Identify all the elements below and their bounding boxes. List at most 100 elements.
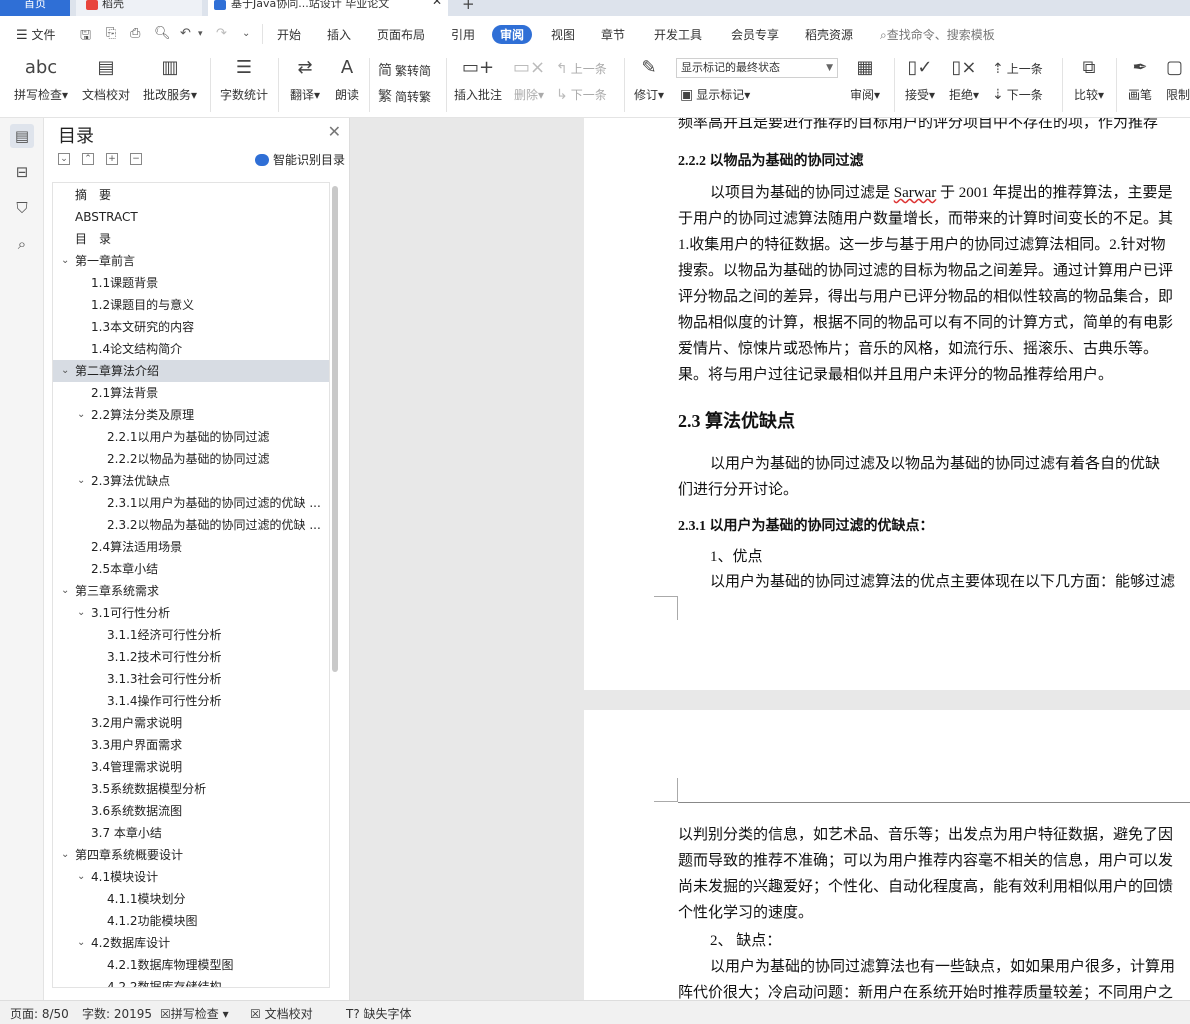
toc-item[interactable]: 1.1课题背景 [53,272,329,294]
trad-to-simp-button[interactable]: 简繁转简 [378,60,431,80]
remove-toc-item-icon[interactable]: − [130,153,142,165]
toc-item[interactable]: ⌄ 第一章前言 [53,250,329,272]
chevron-down-icon[interactable]: ⌄ [61,360,69,382]
toc-item[interactable]: 2.1算法背景 [53,382,329,404]
chevron-down-icon[interactable]: ⌄ [77,866,85,888]
translate-button[interactable]: ⇄ 翻译▾ [286,56,324,103]
expand-all-icon[interactable]: ⌃ [82,153,94,165]
smart-toc-button[interactable]: 智能识别目录 [254,151,345,168]
document-page[interactable]: 以判别分类的信息，如艺术品、音乐等；出发点为用户特征数据，避免了因 题而导致的推… [584,710,1190,1000]
reject-button[interactable]: ▯× 拒绝▾ [946,56,982,103]
toc-item[interactable]: ⌄ 第三章系统需求 [53,580,329,602]
spell-check-status[interactable]: ☒拼写检查 ▾ [160,1005,229,1022]
toc-item[interactable]: 2.2.2以物品为基础的协同过滤 [53,448,329,470]
simp-to-trad-button[interactable]: 繁简转繁 [378,86,431,106]
toc-item[interactable]: ⌄ 3.1可行性分析 [53,602,329,624]
menu-view[interactable]: 视图 [551,26,575,43]
menu-start[interactable]: 开始 [277,26,301,43]
print-preview-icon[interactable]: 🔍︎ [154,26,171,41]
close-icon[interactable]: ✕ [328,122,341,141]
spelling-error-word[interactable]: Sarwar [894,185,936,201]
toc-item[interactable]: 3.3用户界面需求 [53,734,329,756]
toc-item[interactable]: ⌄ 第二章算法介绍 [53,360,329,382]
menu-page-layout[interactable]: 页面布局 [377,26,425,43]
next-change-button[interactable]: ⇣ 下一条 [992,86,1043,103]
toc-panel-icon[interactable]: ▤ [10,124,34,148]
toc-item[interactable]: 4.2.2数据库存储结构 [53,976,329,987]
chevron-down-icon[interactable]: ⌄ [77,932,85,954]
chevron-down-icon[interactable]: ⌄ [61,844,69,866]
command-search[interactable]: ⌕查找命令、搜索模板 [880,26,995,43]
delete-comment-button[interactable]: ▭× 删除▾ [510,56,548,103]
toc-item[interactable]: 2.3.1以用户为基础的协同过滤的优缺 ... [53,492,329,514]
document-canvas[interactable]: 频率高并且是要进行推荐的目标用户的评分项目中不存在的项，作为推荐 2.2.2 以… [350,118,1190,1000]
menu-review[interactable]: 审阅 [492,25,533,44]
doc-check-button[interactable]: ▤ 文档校对 [80,56,132,103]
toc-item[interactable]: ⌄ 2.2算法分类及原理 [53,404,329,426]
menu-developer[interactable]: 开发工具 [654,26,702,43]
toc-item[interactable]: 3.1.4操作可行性分析 [53,690,329,712]
toc-item[interactable]: ⌄ 4.1模块设计 [53,866,329,888]
toc-item[interactable]: 2.5本章小结 [53,558,329,580]
export-pdf-icon[interactable]: ⎘ [106,26,116,41]
toc-item[interactable]: 3.1.3社会可行性分析 [53,668,329,690]
accept-button[interactable]: ▯✓ 接受▾ [902,56,938,103]
toc-item[interactable]: 3.2用户需求说明 [53,712,329,734]
print-icon[interactable]: ⎙ [130,26,140,41]
toc-item[interactable]: 3.4管理需求说明 [53,756,329,778]
toc-item[interactable]: 3.1.1经济可行性分析 [53,624,329,646]
tab-docer[interactable]: 稻壳 [76,0,202,16]
read-aloud-button[interactable]: A 朗读 [332,56,362,103]
toc-item[interactable]: ⌄ 2.3算法优缺点 [53,470,329,492]
toc-item[interactable]: 2.3.2以物品为基础的协同过滤的优缺 ... [53,514,329,536]
toc-item[interactable]: ⌄ 4.2数据库设计 [53,932,329,954]
menu-docer-resources[interactable]: 稻壳资源 [805,26,853,43]
toc-item[interactable]: 4.2.1数据库物理模型图 [53,954,329,976]
compare-button[interactable]: ⧉ 比较▾ [1070,56,1108,103]
toc-item[interactable]: ⌄ 第四章系统概要设计 [53,844,329,866]
chevron-down-icon[interactable]: ⌄ [61,580,69,602]
file-menu[interactable]: ☰ 文件 [16,26,56,43]
tab-document[interactable]: 基于Java协同...站设计 毕业论文 ✕ [208,0,448,16]
track-changes-button[interactable]: ✎ 修订▾ [630,56,668,103]
toc-item[interactable]: 1.3本文研究的内容 [53,316,329,338]
collapse-all-icon[interactable]: ⌄ [58,153,70,165]
undo-icon[interactable]: ↶ [180,26,191,41]
toc-item[interactable]: 2.4算法适用场景 [53,536,329,558]
document-page[interactable]: 频率高并且是要进行推荐的目标用户的评分项目中不存在的项，作为推荐 2.2.2 以… [584,118,1190,690]
toc-item[interactable]: 4.1.1模块划分 [53,888,329,910]
redo-icon[interactable]: ↷ [216,26,227,41]
annot-service-button[interactable]: ▥ 批改服务▾ [138,56,202,103]
toc-item[interactable]: 1.2课题目的与意义 [53,294,329,316]
doc-check-status[interactable]: ☒ 文档校对 [250,1005,313,1022]
chevron-down-icon[interactable]: ⌄ [77,602,85,624]
menu-references[interactable]: 引用 [451,26,475,43]
toc-item[interactable]: 3.6系统数据流图 [53,800,329,822]
spell-check-button[interactable]: abc 拼写检查▾ [10,56,72,103]
show-markup-button[interactable]: ▣ 显示标记▾ [680,86,750,103]
missing-font-status[interactable]: T? 缺失字体 [346,1005,412,1022]
chevron-down-icon[interactable]: ⌄ [61,250,69,272]
page-indicator[interactable]: 页面: 8/50 [10,1005,69,1022]
bookmark-icon[interactable]: ⛉ [10,196,34,220]
toc-item[interactable]: ABSTRACT [53,206,329,228]
chevron-down-icon[interactable]: ⌄ [77,470,85,492]
undo-dropdown-icon[interactable]: ▾ [198,29,203,39]
menu-insert[interactable]: 插入 [327,26,351,43]
add-toc-item-icon[interactable]: + [106,153,118,165]
toc-scrollbar[interactable] [332,186,338,672]
toc-item[interactable]: 1.4论文结构简介 [53,338,329,360]
toc-item[interactable]: 3.7 本章小结 [53,822,329,844]
toc-item[interactable]: 目 录 [53,228,329,250]
toc-item[interactable]: 摘 要 [53,184,329,206]
menu-member[interactable]: 会员专享 [731,26,779,43]
toc-item[interactable]: 3.1.2技术可行性分析 [53,646,329,668]
ink-button[interactable]: ✒ 画笔 [1124,56,1156,103]
prev-comment-button[interactable]: ↰ 上一条 [556,60,607,77]
chapter-nav-icon[interactable]: ⊟ [10,160,34,184]
insert-comment-button[interactable]: ▭+ 插入批注 [452,56,504,103]
next-comment-button[interactable]: ↳ 下一条 [556,86,607,103]
word-count-indicator[interactable]: 字数: 20195 [82,1005,152,1022]
tab-home[interactable]: 首页 [0,0,70,16]
prev-change-button[interactable]: ⇡ 上一条 [992,60,1043,77]
